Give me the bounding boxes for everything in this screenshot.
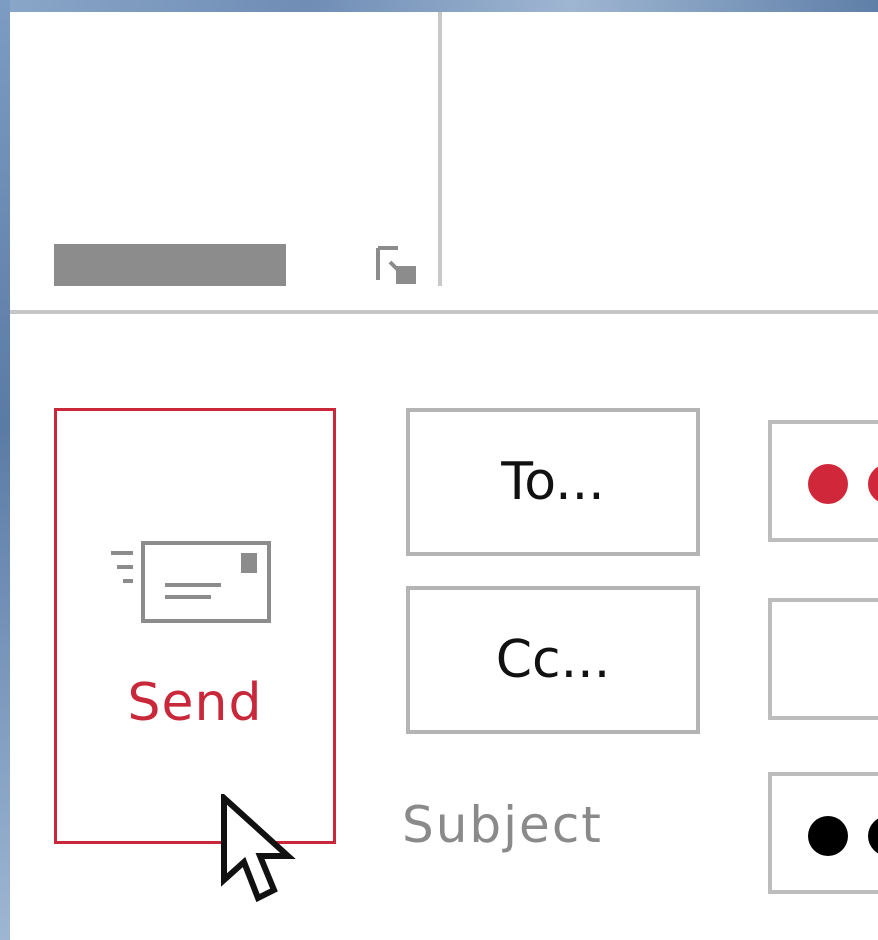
desktop-frame-left (0, 0, 10, 940)
send-button-label: Send (127, 673, 263, 733)
ribbon-group-label-redacted (54, 244, 286, 286)
to-button-label: To... (501, 452, 605, 512)
subject-field-masked-dot (868, 816, 878, 856)
to-field[interactable] (768, 420, 878, 542)
to-field-masked-dot (868, 464, 878, 504)
subject-field-masked-dot (808, 816, 848, 856)
cc-button-label: Cc... (495, 630, 611, 690)
desktop-frame-top (0, 0, 878, 12)
to-button[interactable]: To... (406, 408, 700, 556)
mouse-pointer-icon (220, 791, 300, 910)
ribbon-group-separator (438, 12, 442, 286)
outlook-compose-window: Send To... Cc... Subject (0, 0, 878, 940)
cc-button[interactable]: Cc... (406, 586, 700, 734)
to-field-masked-dot (808, 464, 848, 504)
cc-field[interactable] (768, 598, 878, 720)
envelope-send-icon (111, 541, 275, 627)
dialog-launcher-icon[interactable] (374, 244, 418, 286)
subject-field[interactable] (768, 772, 878, 894)
send-button[interactable]: Send (54, 408, 336, 844)
subject-label: Subject (402, 796, 603, 854)
